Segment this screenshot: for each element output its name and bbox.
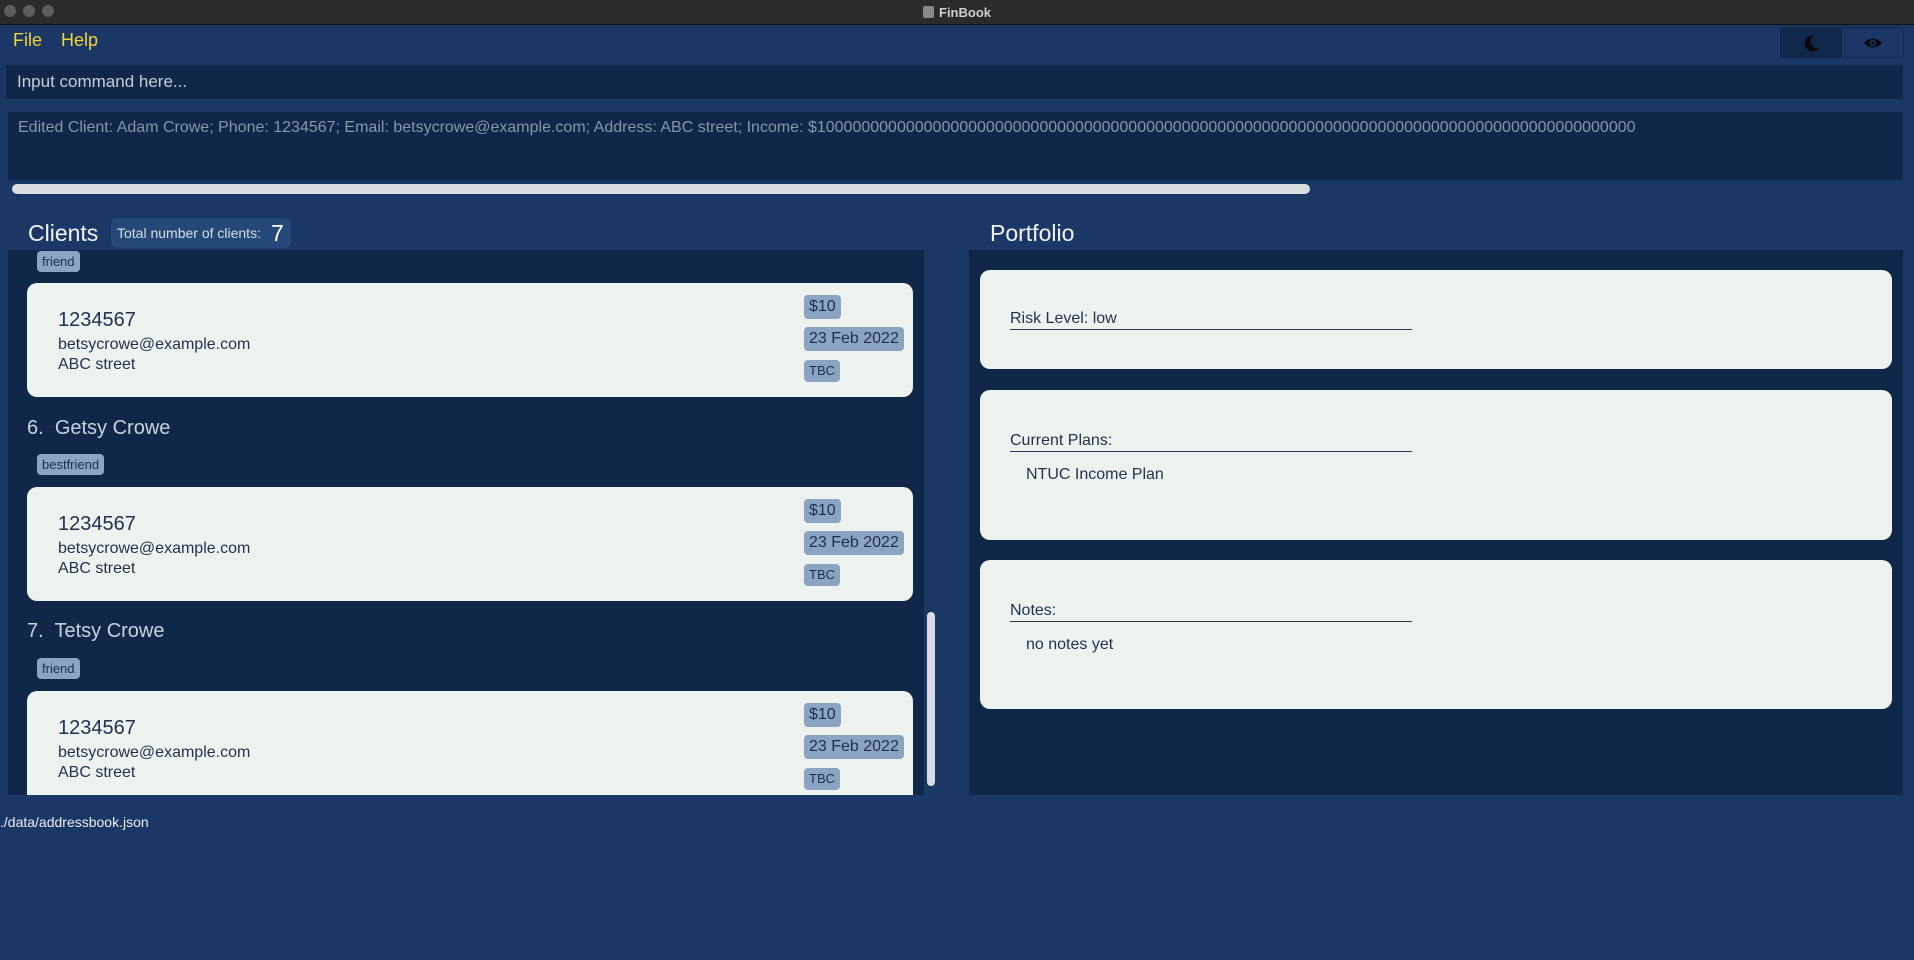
clients-title: Clients	[28, 220, 99, 246]
risk-level-label: Risk Level: low	[1010, 310, 1412, 330]
income-badge: $10	[804, 295, 841, 319]
client-name: Getsy Crowe	[54, 417, 171, 439]
client-name: Tetsy Crowe	[54, 620, 165, 642]
app-icon	[923, 6, 934, 18]
current-plans-card: Current Plans: NTUC Income Plan	[980, 390, 1892, 540]
client-card[interactable]: 1234567 betsycrowe@example.com ABC stree…	[27, 283, 913, 397]
menu-bar: File Help	[0, 26, 1914, 60]
moon-icon	[1804, 34, 1819, 51]
close-window-button[interactable]	[4, 5, 16, 17]
client-index: 6.	[27, 417, 44, 439]
eye-icon	[1863, 38, 1882, 47]
client-email: betsycrowe@example.com	[58, 744, 251, 761]
client-count-badge: Total number of clients: 7	[111, 218, 291, 248]
client-email: betsycrowe@example.com	[58, 336, 251, 353]
title-bar: FinBook	[0, 0, 1914, 25]
client-phone: 1234567	[58, 309, 136, 331]
client-name-row[interactable]: 6. Getsy Crowe	[27, 417, 170, 440]
client-email: betsycrowe@example.com	[58, 540, 251, 557]
appointment-date-badge: 23 Feb 2022	[804, 735, 904, 759]
notes-label: Notes:	[1010, 602, 1412, 622]
window-title: FinBook	[939, 4, 991, 20]
appointment-date-badge: 23 Feb 2022	[804, 531, 904, 555]
client-address: ABC street	[58, 764, 136, 781]
income-badge: $10	[804, 499, 841, 523]
menu-help[interactable]: Help	[61, 30, 98, 51]
appointment-status-badge: TBC	[804, 564, 840, 586]
client-tag: bestfriend	[37, 454, 105, 475]
current-plans-label: Current Plans:	[1010, 432, 1412, 452]
client-address: ABC street	[58, 560, 136, 577]
income-badge: $10	[804, 703, 841, 727]
notes-card: Notes: no notes yet	[980, 560, 1892, 709]
result-display[interactable]: Edited Client: Adam Crowe; Phone: 123456…	[8, 112, 1903, 180]
menu-file[interactable]: File	[13, 30, 42, 51]
status-file-path: ./data/addressbook.json	[0, 814, 149, 830]
portfolio-panel: Risk Level: low Current Plans: NTUC Inco…	[969, 250, 1903, 795]
notes-value: no notes yet	[1026, 636, 1114, 653]
risk-level-card: Risk Level: low	[980, 270, 1892, 369]
window-controls	[4, 5, 54, 17]
client-address: ABC street	[58, 356, 136, 373]
client-tag: friend	[37, 251, 80, 272]
dark-mode-button[interactable]	[1781, 28, 1842, 57]
client-index: 7.	[27, 620, 44, 642]
current-plans-value: NTUC Income Plan	[1026, 466, 1164, 483]
client-card[interactable]: 1234567 betsycrowe@example.com ABC stree…	[27, 691, 913, 795]
client-list-scrollbar[interactable]	[927, 612, 935, 786]
result-horizontal-scrollbar[interactable]	[12, 184, 1310, 194]
result-text: Edited Client: Adam Crowe; Phone: 123456…	[18, 119, 1636, 136]
client-list[interactable]: friend 1234567 betsycrowe@example.com AB…	[8, 250, 924, 795]
client-name-row[interactable]: 7. Tetsy Crowe	[27, 620, 164, 643]
window-title-group: FinBook	[923, 5, 991, 20]
portfolio-title: Portfolio	[990, 220, 1075, 246]
client-tag: friend	[37, 658, 80, 679]
client-phone: 1234567	[58, 717, 136, 739]
appointment-status-badge: TBC	[804, 768, 840, 790]
theme-toggle-group	[1780, 27, 1904, 58]
client-phone: 1234567	[58, 513, 136, 535]
client-count-label: Total number of clients:	[117, 225, 261, 241]
client-card[interactable]: 1234567 betsycrowe@example.com ABC stree…	[27, 487, 913, 601]
command-input[interactable]	[6, 65, 1903, 99]
client-count-value: 7	[270, 219, 284, 246]
minimize-window-button[interactable]	[23, 5, 35, 17]
zoom-window-button[interactable]	[42, 5, 54, 17]
appointment-date-badge: 23 Feb 2022	[804, 327, 904, 351]
privacy-mode-button[interactable]	[1842, 28, 1903, 57]
appointment-status-badge: TBC	[804, 360, 840, 382]
